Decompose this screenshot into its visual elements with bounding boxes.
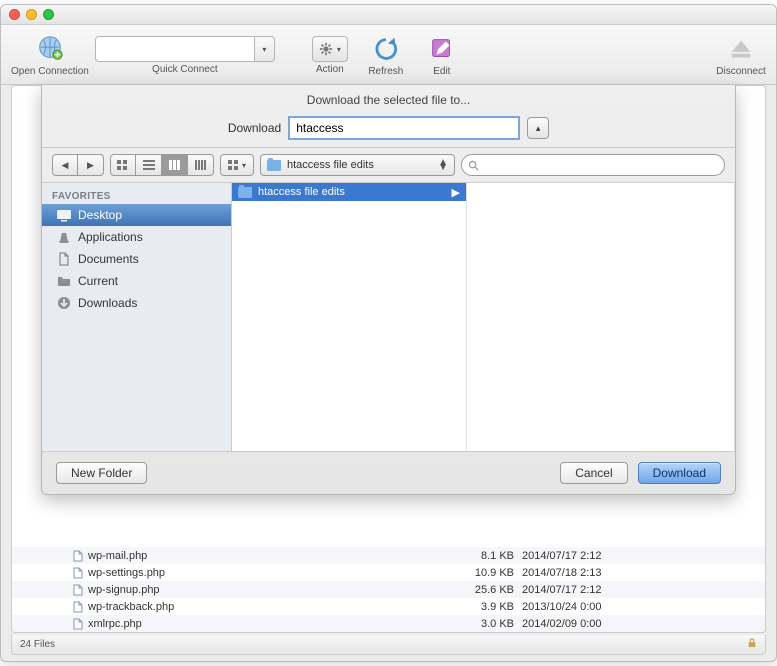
sidebar-item-applications[interactable]: Applications (42, 226, 231, 248)
folder-icon (267, 160, 281, 171)
file-size: 10.9 KB (452, 567, 522, 579)
edit-icon (427, 34, 457, 64)
search-icon (468, 160, 479, 171)
filename-input[interactable] (289, 117, 519, 139)
sidebar-item-downloads[interactable]: Downloads (42, 292, 231, 314)
table-row[interactable]: wp-mail.php 8.1 KB2014/07/17 2:12 (12, 547, 765, 564)
table-row[interactable]: wp-settings.php 10.9 KB2014/07/18 2:13 (12, 564, 765, 581)
sidebar-item-label: Documents (78, 252, 139, 266)
quick-connect-input[interactable] (95, 36, 255, 62)
cancel-button[interactable]: Cancel (560, 462, 627, 484)
view-column-button[interactable] (162, 154, 188, 176)
disconnect-label: Disconnect (716, 66, 765, 77)
view-icon-button[interactable] (110, 154, 136, 176)
browser-column-1: htaccess file edits ▶ (232, 183, 467, 451)
column-item-selected[interactable]: htaccess file edits ▶ (232, 183, 466, 201)
quick-connect-label: Quick Connect (152, 64, 218, 75)
applications-icon (56, 229, 72, 245)
updown-icon: ▲▼ (438, 160, 448, 170)
file-date: 2013/10/24 0:00 (522, 601, 702, 613)
folder-icon (238, 187, 252, 198)
download-field-label: Download (228, 121, 281, 135)
file-name: xmlrpc.php (88, 618, 142, 630)
sidebar: FAVORITES Desktop Applications Documents… (42, 183, 232, 451)
location-label: htaccess file edits (287, 159, 374, 171)
nav-forward-button[interactable]: ▶ (78, 154, 104, 176)
file-icon (72, 550, 84, 562)
sidebar-item-documents[interactable]: Documents (42, 248, 231, 270)
sidebar-item-label: Downloads (78, 296, 137, 310)
file-size: 3.9 KB (452, 601, 522, 613)
status-bar: 24 Files (11, 635, 766, 655)
close-window-button[interactable] (9, 9, 20, 20)
edit-button[interactable]: Edit (417, 34, 467, 77)
gear-icon: ▾ (312, 36, 348, 62)
open-connection-button[interactable]: Open Connection (11, 34, 89, 77)
refresh-icon (371, 34, 401, 64)
globe-icon (35, 34, 65, 64)
sidebar-item-desktop[interactable]: Desktop (42, 204, 231, 226)
edit-label: Edit (433, 66, 450, 77)
location-dropdown[interactable]: htaccess file edits ▲▼ (260, 154, 455, 176)
file-count-label: 24 Files (20, 639, 55, 650)
zoom-window-button[interactable] (43, 9, 54, 20)
disconnect-button[interactable]: Disconnect (716, 34, 766, 77)
file-icon (72, 618, 84, 630)
documents-icon (56, 251, 72, 267)
open-connection-label: Open Connection (11, 66, 89, 77)
file-name: wp-mail.php (88, 550, 147, 562)
view-list-button[interactable] (136, 154, 162, 176)
file-date: 2014/07/18 2:13 (522, 567, 702, 579)
lock-icon (747, 638, 757, 651)
file-size: 3.0 KB (452, 618, 522, 630)
collapse-sheet-button[interactable]: ▴ (527, 117, 549, 139)
sidebar-item-label: Applications (78, 230, 143, 244)
file-date: 2014/07/17 2:12 (522, 584, 702, 596)
minimize-window-button[interactable] (26, 9, 37, 20)
titlebar (1, 5, 776, 25)
new-folder-button[interactable]: New Folder (56, 462, 147, 484)
app-window: Open Connection ▾ Quick Connect ▾ Action… (0, 4, 777, 662)
sidebar-item-current[interactable]: Current (42, 270, 231, 292)
file-icon (72, 584, 84, 596)
grouping-dropdown[interactable]: ▾ (220, 154, 254, 176)
toolbar: Open Connection ▾ Quick Connect ▾ Action… (1, 25, 776, 85)
table-row[interactable]: wp-signup.php 25.6 KB2014/07/17 2:12 (12, 581, 765, 598)
sheet-title: Download the selected file to... (42, 85, 735, 113)
folder-icon (56, 273, 72, 289)
file-name: wp-signup.php (88, 584, 160, 596)
nav-back-button[interactable]: ◀ (52, 154, 78, 176)
file-size: 25.6 KB (452, 584, 522, 596)
downloads-icon (56, 295, 72, 311)
eject-icon (726, 34, 756, 64)
file-name: wp-trackback.php (88, 601, 174, 613)
refresh-button[interactable]: Refresh (361, 34, 411, 77)
column-item-label: htaccess file edits (258, 186, 345, 198)
download-button[interactable]: Download (638, 462, 721, 484)
refresh-label: Refresh (368, 66, 403, 77)
table-row[interactable]: wp-trackback.php 3.9 KB2013/10/24 0:00 (12, 598, 765, 615)
view-coverflow-button[interactable] (188, 154, 214, 176)
sidebar-item-label: Current (78, 274, 118, 288)
search-input[interactable] (483, 159, 718, 171)
file-icon (72, 567, 84, 579)
quick-connect-dropdown[interactable]: ▾ (255, 36, 275, 62)
desktop-icon (56, 207, 72, 223)
chevron-right-icon: ▶ (452, 186, 460, 199)
search-field[interactable] (461, 154, 725, 176)
file-name: wp-settings.php (88, 567, 165, 579)
action-label: Action (316, 64, 344, 75)
sidebar-header: FAVORITES (42, 187, 231, 204)
file-date: 2014/02/09 0:00 (522, 618, 702, 630)
file-icon (72, 601, 84, 613)
sidebar-item-label: Desktop (78, 208, 122, 222)
browser-column-2 (467, 183, 735, 451)
action-button[interactable]: ▾ Action (305, 36, 355, 75)
download-sheet: Download the selected file to... Downloa… (41, 85, 736, 495)
file-size: 8.1 KB (452, 550, 522, 562)
file-date: 2014/07/17 2:12 (522, 550, 702, 562)
table-row[interactable]: xmlrpc.php 3.0 KB2014/02/09 0:00 (12, 615, 765, 632)
